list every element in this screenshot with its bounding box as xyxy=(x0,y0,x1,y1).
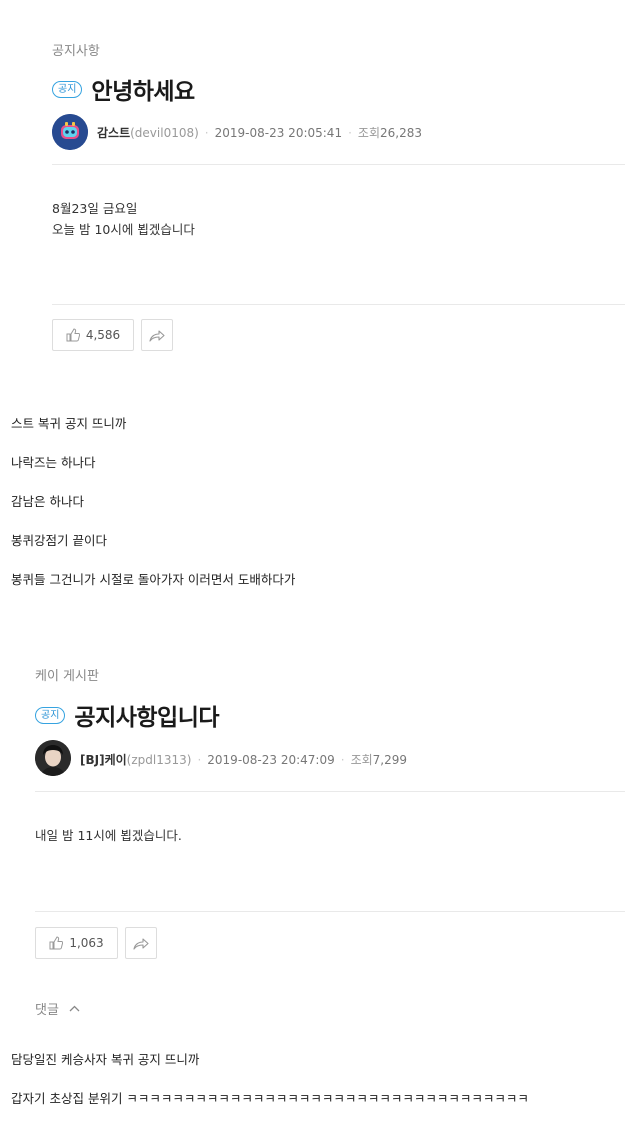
divider xyxy=(52,304,625,305)
comment-line: 갑자기 초상집 분위기 ㅋㅋㅋㅋㅋㅋㅋㅋㅋㅋㅋㅋㅋㅋㅋㅋㅋㅋㅋㅋㅋㅋㅋㅋㅋㅋㅋㅋ… xyxy=(11,1091,529,1106)
notice-badge: 공지 xyxy=(52,80,83,98)
post-title: 안녕하세요 xyxy=(91,79,195,105)
views-label: 조회 xyxy=(350,753,373,767)
body-line: 8월23일 금요일 xyxy=(52,201,138,216)
share-icon xyxy=(149,330,165,342)
post-body: 내일 밤 11시에 뵙겠습니다. xyxy=(35,825,182,846)
views-label: 조회 xyxy=(357,126,380,140)
post-title: 공지사항입니다 xyxy=(74,705,220,731)
divider xyxy=(35,911,625,912)
like-button[interactable]: 4,586 xyxy=(52,319,134,351)
share-icon xyxy=(133,938,149,950)
author-name[interactable]: 감스트 xyxy=(97,126,130,140)
notice-badge: 공지 xyxy=(35,706,66,724)
views-count: 26,283 xyxy=(380,126,422,140)
like-count: 1,063 xyxy=(69,936,104,950)
share-button[interactable] xyxy=(141,319,173,351)
comment-line: 담당일진 케승사자 복귀 공지 뜨니까 xyxy=(11,1052,200,1067)
comment-line: 감남은 하나다 xyxy=(11,494,84,509)
author-id: (devil0108) xyxy=(130,126,199,140)
post-body: 8월23일 금요일 오늘 밤 10시에 뵙겠습니다 xyxy=(52,198,195,240)
divider xyxy=(52,164,625,165)
replies-label: 댓글 xyxy=(35,1003,59,1018)
board-name[interactable]: 케이 게시판 xyxy=(35,665,99,684)
board-name[interactable]: 공지사항 xyxy=(52,40,100,59)
author-name[interactable]: [BJ]케이 xyxy=(80,753,127,767)
avatar[interactable] xyxy=(35,740,71,776)
views-count: 7,299 xyxy=(372,753,408,767)
divider xyxy=(35,791,625,792)
channel-logo-icon xyxy=(52,114,88,150)
chevron-up-icon xyxy=(69,1005,80,1012)
share-button[interactable] xyxy=(125,927,157,959)
thumbs-up-icon xyxy=(49,936,64,950)
body-line: 오늘 밤 10시에 뵙겠습니다 xyxy=(52,222,195,237)
comment-line: 봉퀴들 그건니가 시절로 돌아가자 이러면서 도배하다가 xyxy=(11,572,296,587)
replies-toggle[interactable]: 댓글 xyxy=(35,999,80,1018)
thumbs-up-icon xyxy=(66,328,80,342)
like-count: 4,586 xyxy=(85,328,121,342)
author-id: (zpdl1313) xyxy=(126,753,192,767)
like-button[interactable]: 1,063 xyxy=(35,927,118,959)
post-datetime: 2019-08-23 20:05:41 xyxy=(214,126,343,140)
comment-line: 나락즈는 하나다 xyxy=(11,455,96,470)
post-datetime: 2019-08-23 20:47:09 xyxy=(207,753,335,767)
profile-photo-icon xyxy=(35,740,71,776)
comment-line: 스트 복귀 공지 뜨니까 xyxy=(11,416,127,431)
avatar[interactable] xyxy=(52,114,88,150)
body-line: 내일 밤 11시에 뵙겠습니다. xyxy=(35,828,182,843)
comment-line: 봉퀴강점기 끝이다 xyxy=(11,533,107,548)
